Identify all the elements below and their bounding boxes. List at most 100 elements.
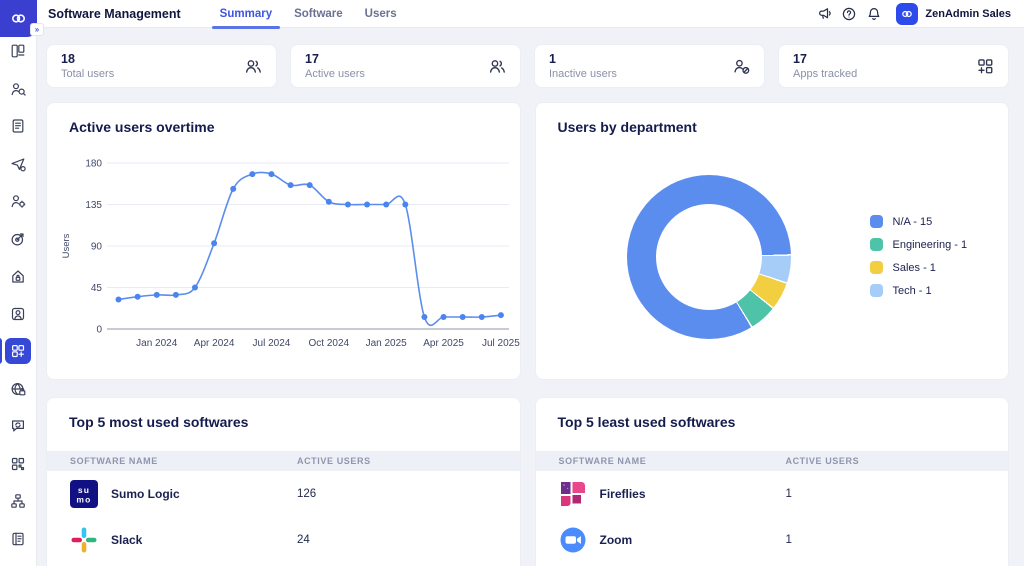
page-title: Software Management (48, 7, 181, 21)
announcements-icon[interactable] (816, 6, 832, 22)
sidebar-item-boards[interactable] (5, 38, 31, 64)
boards-icon (10, 43, 26, 59)
tab-software[interactable]: Software (283, 0, 354, 28)
stat-value: 1 (549, 51, 617, 67)
software-cell: sumo Sumo Logic (70, 480, 297, 508)
tab-bar: SummarySoftwareUsers (209, 0, 408, 28)
sidebar-item-reports[interactable] (5, 526, 31, 552)
conversations-icon (10, 418, 26, 434)
svg-text:mo: mo (76, 495, 91, 505)
home-security-icon (10, 268, 26, 284)
table-title: Top 5 least used softwares (558, 414, 987, 430)
sidebar-item-user-search[interactable] (5, 76, 31, 102)
table-header: Software name Active users (47, 451, 520, 471)
svg-text:90: 90 (91, 242, 103, 253)
users-by-department-card: Users by department N/A - 15 Engineering… (535, 102, 1010, 380)
users-icon (488, 57, 506, 75)
top-bar: » Software Management SummarySoftwareUse… (0, 0, 1024, 28)
legend-item-n-a: N/A - 15 (870, 215, 968, 228)
column-software-name: Software name (70, 456, 297, 466)
svg-text:0: 0 (96, 325, 102, 336)
header-actions: ZenAdmin Sales (816, 3, 1024, 25)
active-users-line-chart: 04590135180Jan 2024Apr 2024Jul 2024Oct 2… (47, 143, 521, 355)
account-switcher[interactable]: ZenAdmin Sales (896, 3, 1011, 25)
stat-value: 17 (305, 51, 365, 67)
active-users-value: 1 (785, 534, 1008, 546)
zenadmin-logo-icon (9, 9, 28, 28)
org-chart-icon (10, 493, 26, 509)
sidebar-item-send[interactable] (5, 151, 31, 177)
notifications-icon[interactable] (866, 6, 882, 22)
column-active-users: Active users (785, 456, 1008, 466)
legend-swatch (870, 261, 883, 274)
stat-label: Inactive users (549, 68, 617, 81)
table-card-top-5-least-used-softwares: Top 5 least used softwares Software name… (535, 397, 1010, 566)
sidebar (0, 28, 37, 566)
stat-value: 18 (61, 51, 114, 67)
sidebar-item-org-chart[interactable] (5, 488, 31, 514)
apps-icon (10, 343, 26, 359)
active-users-value: 24 (297, 534, 520, 546)
sidebar-item-home-security[interactable] (5, 263, 31, 289)
documents-icon (10, 118, 26, 134)
svg-text:Jul 2024: Jul 2024 (253, 338, 291, 349)
software-name: Slack (111, 533, 142, 547)
legend-swatch (870, 238, 883, 251)
users-icon (244, 57, 262, 75)
tab-summary[interactable]: Summary (209, 0, 283, 28)
stat-card-total-users: 18 Total users (46, 44, 277, 88)
svg-text:Apr 2025: Apr 2025 (423, 338, 464, 349)
sidebar-expand-button[interactable]: » (30, 23, 44, 36)
sidebar-item-user-badge[interactable] (5, 301, 31, 327)
stat-card-inactive-users: 1 Inactive users (534, 44, 765, 88)
table-row-sumologic[interactable]: sumo Sumo Logic 126 (47, 471, 520, 517)
user-badge-icon (10, 306, 26, 322)
table-row-slack[interactable]: Slack 24 (47, 517, 520, 563)
web-security-icon (10, 381, 26, 397)
zoom-logo-icon (559, 526, 587, 554)
tab-users[interactable]: Users (354, 0, 408, 28)
legend-item-engineering: Engineering - 1 (870, 238, 968, 251)
software-cell: Slack (70, 526, 297, 554)
help-icon[interactable] (841, 6, 857, 22)
user-blocked-icon (732, 57, 750, 75)
reports-icon (10, 531, 26, 547)
stat-text: 17 Apps tracked (793, 51, 857, 80)
donut-chart (627, 175, 791, 339)
sidebar-item-goals[interactable] (5, 226, 31, 252)
tables-row: Top 5 most used softwares Software name … (46, 397, 1009, 566)
main-content: 18 Total users 17 Active users 1 Inactiv… (37, 28, 1024, 566)
legend-swatch (870, 215, 883, 228)
sumologic-logo-icon: sumo (70, 480, 98, 508)
send-icon (10, 156, 26, 172)
software-name: Sumo Logic (111, 487, 180, 501)
sidebar-item-conversations[interactable] (5, 413, 31, 439)
sidebar-item-integrations[interactable] (5, 451, 31, 477)
svg-text:Jul 2025: Jul 2025 (482, 338, 520, 349)
sidebar-item-apps[interactable] (5, 338, 31, 364)
user-search-icon (10, 81, 26, 97)
apps-tracked-icon (976, 57, 994, 75)
column-software-name: Software name (559, 456, 786, 466)
stat-text: 17 Active users (305, 51, 365, 80)
table-header: Software name Active users (536, 451, 1009, 471)
sidebar-item-user-settings[interactable] (5, 188, 31, 214)
account-logo-icon (896, 3, 918, 25)
legend-label: Tech - 1 (893, 285, 932, 297)
table-row-fireflies[interactable]: Fireflies 1 (536, 471, 1009, 517)
stats-row: 18 Total users 17 Active users 1 Inactiv… (46, 44, 1009, 88)
active-users-chart-card: Active users overtime 04590135180Jan 202… (46, 102, 521, 380)
active-users-value: 1 (785, 488, 1008, 500)
fireflies-logo-icon (559, 480, 587, 508)
software-name: Fireflies (600, 487, 646, 501)
stat-card-active-users: 17 Active users (290, 44, 521, 88)
table-row-zoom[interactable]: Zoom 1 (536, 517, 1009, 563)
sidebar-item-web-security[interactable] (5, 376, 31, 402)
svg-text:Apr 2024: Apr 2024 (194, 338, 235, 349)
legend-item-sales: Sales - 1 (870, 261, 968, 274)
sidebar-item-documents[interactable] (5, 113, 31, 139)
stat-label: Active users (305, 68, 365, 81)
user-settings-icon (10, 193, 26, 209)
software-cell: Zoom (559, 526, 786, 554)
svg-text:Users: Users (61, 233, 72, 258)
